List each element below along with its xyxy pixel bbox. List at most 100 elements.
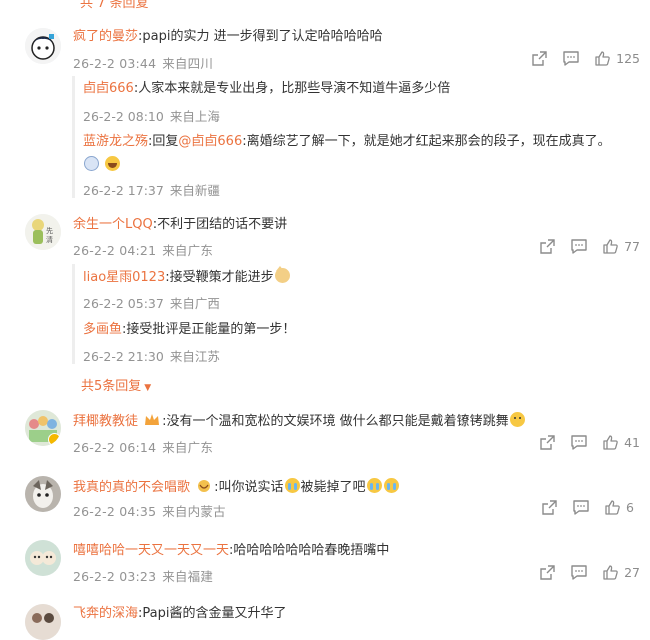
comment-location: 来自广东 [162,243,214,258]
verified-badge-icon [48,433,61,446]
comment-icon[interactable] [570,238,588,255]
reply-time: 26-2-2 08:10 [83,109,164,124]
comment-actions: 125 [517,50,640,67]
comment-icon[interactable] [572,499,590,516]
comment-time: 26-2-2 03:23 [73,569,157,584]
reply-location: 来自上海 [169,109,220,124]
laughing-emoji-icon [105,156,121,171]
comment-actions: 77 [525,238,640,255]
like-button[interactable]: 41 [602,434,640,451]
comment-icon[interactable] [570,564,588,581]
reply-meta: 26-2-2 17:37 来自新疆 [83,180,220,199]
more-replies-link[interactable]: 共5条回复 ▼ [81,375,151,394]
username-link[interactable]: 余生一个LQQ [73,217,153,232]
share-icon[interactable] [539,238,556,255]
anime-face-emoji-icon [84,156,99,171]
comment-location: 来自内蒙古 [162,504,226,519]
like-button[interactable]: 77 [602,238,640,255]
reply-location: 来自广西 [169,296,220,311]
comment-content: 我真的真的不会唱歌 :叫你说实话 被毙掉了吧 [73,478,400,497]
like-count: 125 [616,51,640,66]
username-link[interactable]: 疯了的曼莎 [73,29,138,44]
more-replies-label: 共5条回复 [81,379,142,394]
comment-meta: 26-2-2 03:44 来自四川 [73,53,213,72]
comment-text: :Papi酱的含金量又升华了 [138,606,287,621]
reply-time: 26-2-2 17:37 [83,183,164,198]
username-link[interactable]: liao星雨0123 [83,270,165,285]
share-icon[interactable] [541,499,558,516]
comment-content: 飞奔的深海:Papi酱的含金量又升华了 [73,605,286,623]
reply-content: liao星雨0123:接受鞭策才能进步 [83,266,291,287]
reply-list: 卣卣666:人家本来就是专业出身，比那些导演不知道牛逼多少倍 26-2-2 08… [72,76,643,198]
comment-meta: 26-2-2 06:14 来自广东 [73,437,213,456]
reply-content: 多画鱼:接受批评是正能量的第一步！ [83,321,295,339]
comment-meta: 26-2-2 04:21 来自广东 [73,240,213,259]
comment-time: 26-2-2 06:14 [73,440,157,455]
reply-text: :离婚综艺了解一下，就是她才红起来那会的段子，现在成真了。 [242,134,611,149]
reply-time: 26-2-2 21:30 [83,349,164,364]
reply-text: :接受批评是正能量的第一步！ [122,322,296,337]
avatar[interactable]: 先 清 [25,214,61,250]
username-link[interactable]: 多画鱼 [83,322,122,337]
reply-content: 蓝游龙之殇:回复@卣卣666:离婚综艺了解一下，就是她才红起来那会的段子，现在成… [83,133,611,151]
comment-content: 拜椰教教徒 :没有一个温和宽松的文娱环境 做什么都只能是戴着镣铐跳舞 [73,412,526,431]
reply-location: 来自新疆 [169,183,220,198]
comment-actions: 6 [527,499,640,516]
share-icon[interactable] [539,434,556,451]
reply-list: liao星雨0123:接受鞭策才能进步 26-2-2 05:37 来自广西 多画鱼… [72,264,643,364]
username-link[interactable]: 蓝游龙之殇 [83,134,148,149]
comment-actions: 27 [525,564,640,581]
avatar[interactable] [25,410,61,446]
svg-text:先: 先 [46,226,53,235]
like-button[interactable]: 125 [594,50,640,67]
avatar[interactable] [25,28,61,64]
like-button[interactable]: 27 [602,564,640,581]
svg-text:清: 清 [46,235,53,244]
comment-time: 26-2-2 04:21 [73,243,157,258]
comment-content: 余生一个LQQ:不利于团结的话不要讲 [73,216,287,234]
reply-meta: 26-2-2 05:37 来自广西 [83,293,220,312]
comment-icon[interactable] [570,434,588,451]
comment-text: :不利于团结的话不要讲 [152,217,288,232]
username-link[interactable]: 拜椰教教徒 [73,414,138,429]
avatar[interactable] [25,540,61,576]
comment-text: :叫你说实话 [214,480,284,495]
top-more-replies-fragment[interactable]: 共 7 条回复 [80,0,149,11]
username-link[interactable]: 嘻嘻哈哈一天又一天又一天 [73,543,229,558]
comment-meta: 26-2-2 04:35 来自内蒙古 [73,501,226,520]
reply-prefix: :回复 [148,134,179,149]
share-icon[interactable] [539,564,556,581]
reply-location: 来自江苏 [169,349,220,364]
like-count: 27 [624,565,640,580]
comment-text: :papi的实力 进一步得到了认定哈哈哈哈哈 [138,29,383,44]
comment-location: 来自福建 [162,569,214,584]
thumbs-up-icon [603,435,618,450]
comment-icon[interactable] [562,50,580,67]
avatar[interactable] [25,604,61,640]
reply-time: 26-2-2 05:37 [83,296,164,311]
username-link[interactable]: 飞奔的深海 [73,606,138,621]
cat-emoji-icon [274,266,290,283]
like-button[interactable]: 6 [604,499,640,516]
comment-text: :哈哈哈哈哈哈哈春晚捂嘴中 [229,543,390,558]
reply-text: :人家本来就是专业出身，比那些导演不知道牛逼多少倍 [133,81,451,96]
thumbs-up-icon [605,500,620,515]
username-link[interactable]: 我真的真的不会唱歌 [73,480,190,495]
username-link[interactable]: 卣卣666 [83,81,134,96]
comment-meta: 26-2-2 03:23 来自福建 [73,566,213,585]
share-icon[interactable] [531,50,548,67]
avatar[interactable] [25,476,61,512]
reply-emojis [83,156,121,175]
thumbs-up-icon [595,51,610,66]
fan-badge-icon [198,480,211,492]
crying-emoji-icon [366,478,382,493]
comment-location: 来自广东 [162,440,214,455]
thumbs-up-icon [603,239,618,254]
mention-link[interactable]: @卣卣666 [178,134,242,149]
reply-meta: 26-2-2 21:30 来自江苏 [83,346,220,365]
reply-content: 卣卣666:人家本来就是专业出身，比那些导演不知道牛逼多少倍 [83,80,450,98]
comment-text: :没有一个温和宽松的文娱环境 做什么都只能是戴着镣铐跳舞 [162,414,509,429]
reply-text: :接受鞭策才能进步 [165,270,274,285]
crying-emoji-icon [383,478,399,493]
comment-actions: 41 [525,434,640,451]
